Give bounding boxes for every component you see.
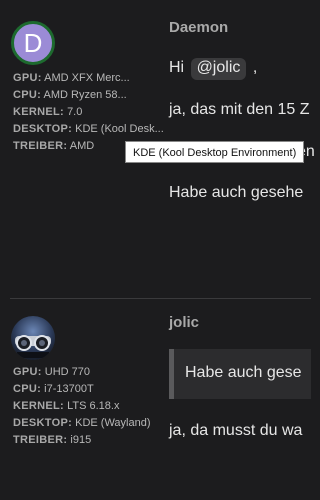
username[interactable]: jolic	[169, 314, 199, 331]
post-body-line: Habe auch gesehe	[169, 184, 304, 201]
spec-treiber: TREIBER: i915	[13, 434, 92, 446]
spec-kernel: KERNEL: 7.0	[13, 106, 83, 118]
quote-text: Habe auch gese	[185, 364, 302, 381]
post-jolic: GPU: UHD 770 CPU: i7-13700T KERNEL: LTS …	[0, 300, 311, 500]
greeting-punct: ,	[252, 59, 258, 76]
username[interactable]: Daemon	[169, 19, 228, 36]
avatar[interactable]: D	[11, 21, 55, 65]
greeting-text: Hi	[169, 59, 185, 76]
user-specs: GPU: UHD 770 CPU: i7-13700T KERNEL: LTS …	[13, 364, 151, 449]
spec-desktop: DESKTOP: KDE (Wayland)	[13, 417, 151, 429]
spec-cpu: CPU: AMD Ryzen 58...	[13, 89, 127, 101]
avatar[interactable]	[11, 316, 55, 360]
post-daemon: D GPU: AMD XFX Merc... CPU: AMD Ryzen 58…	[0, 0, 315, 296]
quote-block: Habe auch gese	[169, 349, 311, 399]
spec-desktop[interactable]: DESKTOP: KDE (Kool Desk...	[13, 121, 164, 138]
spec-cpu: CPU: i7-13700T	[13, 383, 94, 395]
post-body-line: Hi @jolic ,	[169, 58, 257, 80]
spec-gpu: GPU: AMD XFX Merc...	[13, 72, 130, 84]
spec-gpu: GPU: UHD 770	[13, 366, 91, 378]
spec-kernel: KERNEL: LTS 6.18.x	[13, 400, 120, 412]
post-divider	[10, 298, 311, 299]
avatar-image	[11, 316, 55, 360]
post-body-line: ja, da musst du wa	[169, 422, 303, 439]
tooltip: KDE (Kool Desktop Environment)	[125, 141, 305, 163]
mention-link[interactable]: @jolic	[190, 58, 247, 80]
post-body-line: ja, das mit den 15 Z	[169, 101, 310, 118]
